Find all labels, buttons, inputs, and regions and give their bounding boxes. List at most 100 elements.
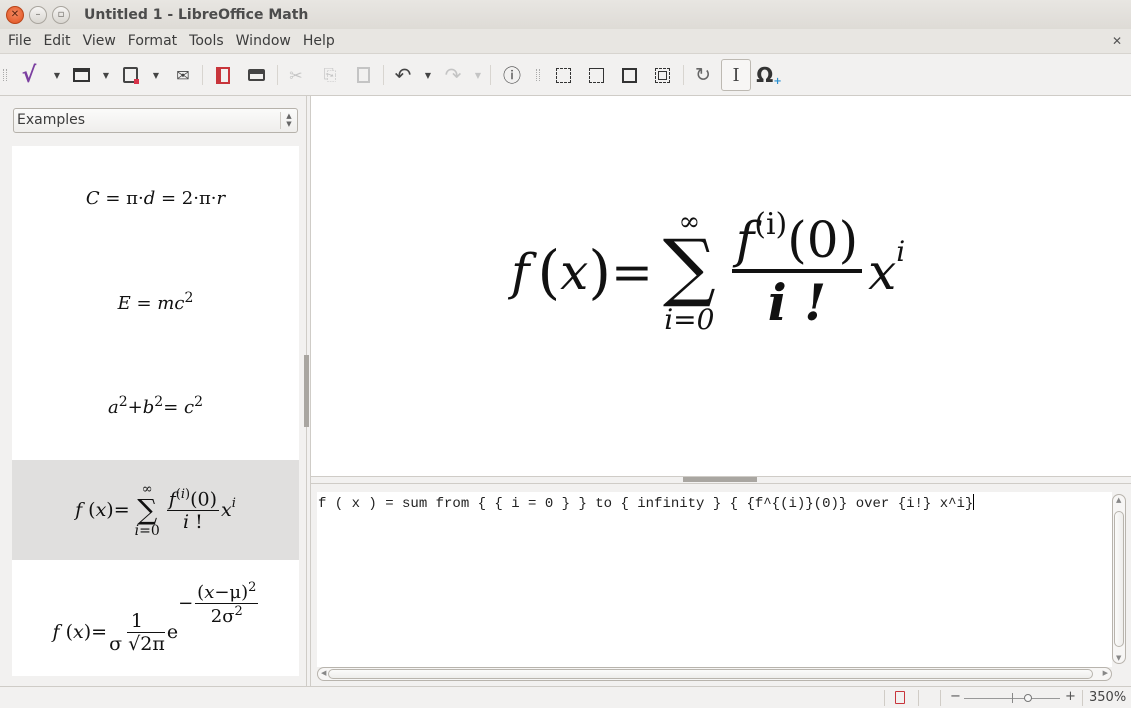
open-dropdown-button[interactable]: ▼ [101, 63, 111, 87]
vertical-scroll-thumb[interactable] [1114, 511, 1124, 647]
zoom-slider-default-mark [1012, 693, 1013, 703]
toolbar-grip[interactable] [3, 69, 7, 81]
horizontal-scroll-thumb[interactable] [328, 669, 1093, 679]
fraction: f (i) (0) i ! [731, 207, 863, 333]
undo-dropdown-button[interactable]: ▼ [423, 63, 433, 87]
show-all-button[interactable] [617, 63, 641, 87]
window-close-button[interactable]: ✕ [6, 5, 24, 24]
zoom-out-slider-button[interactable]: − [950, 689, 961, 704]
menu-edit[interactable]: Edit [43, 33, 70, 49]
document-modified-icon[interactable] [895, 691, 905, 704]
menu-view[interactable]: View [83, 33, 116, 49]
scroll-up-icon[interactable]: ▲ [1116, 496, 1121, 504]
zoom-slider-knob[interactable] [1024, 694, 1032, 702]
info-icon: ⓘ [503, 66, 521, 87]
zoom-in-icon [555, 67, 571, 83]
example-pythagoras[interactable]: a2+b2= c2 [12, 354, 299, 458]
save-button[interactable] [118, 63, 142, 87]
numerator-f: f [735, 211, 755, 270]
formula-info-button[interactable]: ⓘ [500, 63, 524, 87]
command-text: f ( x ) = sum from { { i = 0 } } to { in… [318, 494, 975, 512]
menu-window[interactable]: Window [236, 33, 291, 49]
zoom-in-button[interactable] [551, 63, 575, 87]
status-separator [918, 690, 919, 706]
email-button[interactable]: ✉ [171, 63, 195, 87]
sigma-icon: ∑ [662, 224, 716, 311]
folder-icon [72, 68, 90, 82]
command-text-content: f ( x ) = sum from { { i = 0 } } to { in… [318, 496, 974, 512]
example-taylor-series[interactable]: f (x)= ∞ ∑ i=0 f(i)(0) i ! xi [12, 460, 299, 560]
sum-lower-limit: i=0 [664, 302, 715, 336]
envelope-icon: ✉ [176, 65, 190, 85]
redo-button[interactable]: ↷ [441, 63, 465, 87]
minimize-icon: – [35, 9, 41, 20]
omega-icon: Ω [756, 63, 774, 87]
paste-button[interactable] [351, 63, 375, 87]
export-pdf-button[interactable] [211, 63, 235, 87]
print-button[interactable] [244, 63, 268, 87]
numerator-argument: (0) [787, 211, 859, 270]
menu-tools[interactable]: Tools [189, 33, 224, 49]
scroll-right-icon[interactable]: ▶ [1103, 669, 1108, 677]
toolbar-grip[interactable] [536, 69, 540, 81]
plus-badge-icon: + [773, 75, 782, 87]
save-icon [122, 67, 139, 84]
menu-bar: File Edit View Format Tools Window Help … [0, 29, 1131, 54]
scroll-left-icon[interactable]: ◀ [321, 669, 326, 677]
inner-box [657, 70, 667, 80]
elements-sidebar: Examples ▲ ▼ C = π·d = 2·π·r E = mc2 a2+b… [0, 96, 306, 686]
save-dropdown-button[interactable]: ▼ [151, 63, 161, 87]
formula-f: f [511, 242, 530, 301]
editor-vertical-scrollbar[interactable]: ▲ ▼ [1112, 494, 1126, 664]
sum-operator: ∞ ∑ i=0 [662, 209, 716, 336]
example-circle-circumference[interactable]: C = π·d = 2·π·r [12, 146, 299, 250]
category-select[interactable]: Examples ▲ ▼ [13, 108, 298, 133]
dropdown-arrow-icon: ▼ [102, 70, 110, 80]
example-normal-distribution[interactable]: f (x)= 1 σ √2π e − (x−μ)2 2σ2 [12, 562, 299, 676]
example-formula: E = mc2 [117, 290, 194, 314]
toolbar-separator [683, 65, 684, 85]
example-mass-energy[interactable]: E = mc2 [12, 250, 299, 354]
close-icon: ✕ [10, 9, 20, 20]
undo-icon: ↶ [394, 63, 412, 87]
redo-dropdown-button[interactable]: ▼ [473, 63, 483, 87]
window-minimize-button[interactable]: – [29, 5, 47, 24]
menu-file[interactable]: File [8, 33, 31, 49]
new-formula-button[interactable]: √ [17, 63, 41, 88]
zoom-optimal-button[interactable] [650, 63, 674, 87]
toolbar-separator [277, 65, 278, 85]
update-button[interactable]: ↻ [691, 63, 715, 87]
cut-button[interactable]: ✂ [284, 63, 308, 87]
maximize-icon: ▫ [57, 9, 65, 20]
formula-view[interactable]: f (x) = ∞ ∑ i=0 f (i) (0) i ! x i [311, 96, 1131, 476]
open-button[interactable] [69, 63, 93, 87]
scroll-down-icon[interactable]: ▼ [1116, 654, 1121, 662]
zoom-out-button[interactable] [584, 63, 608, 87]
close-document-button[interactable]: ✕ [1112, 34, 1122, 48]
sidebar-collapse-handle[interactable] [304, 355, 309, 427]
dropdown-arrow-icon: ▼ [474, 70, 482, 80]
spin-arrows-icon: ▲ ▼ [280, 112, 294, 129]
command-editor[interactable]: f ( x ) = sum from { { i = 0 } } to { in… [317, 492, 1112, 667]
formula-cursor-button[interactable]: I [721, 59, 751, 91]
editor-collapse-handle[interactable] [683, 477, 757, 482]
undo-button[interactable]: ↶ [391, 63, 415, 87]
fraction-denominator: i ! [767, 273, 827, 333]
menu-help[interactable]: Help [303, 33, 335, 49]
example-formula: C = π·d = 2·π·r [85, 187, 226, 209]
window-maximize-button[interactable]: ▫ [52, 5, 70, 24]
copy-button[interactable]: ⎘ [318, 63, 342, 87]
clipboard-icon [356, 67, 370, 83]
title-bar: ✕ – ▫ Untitled 1 - LibreOffice Math [0, 0, 1131, 29]
menu-format[interactable]: Format [128, 33, 177, 49]
example-formula: f (x)= 1 σ √2π e − (x−μ)2 2σ2 [52, 579, 259, 655]
symbols-button[interactable]: Ω + [756, 63, 782, 87]
zoom-in-slider-button[interactable]: + [1065, 689, 1076, 704]
scissors-icon: ✂ [289, 65, 303, 85]
modified-dot [133, 79, 139, 84]
new-dropdown-button[interactable]: ▼ [52, 63, 62, 87]
zoom-level[interactable]: 350% [1089, 690, 1126, 705]
editor-horizontal-scrollbar[interactable]: ◀ ▶ [317, 667, 1112, 681]
toolbar-separator [202, 65, 203, 85]
dropdown-arrow-icon: ▼ [53, 70, 61, 80]
